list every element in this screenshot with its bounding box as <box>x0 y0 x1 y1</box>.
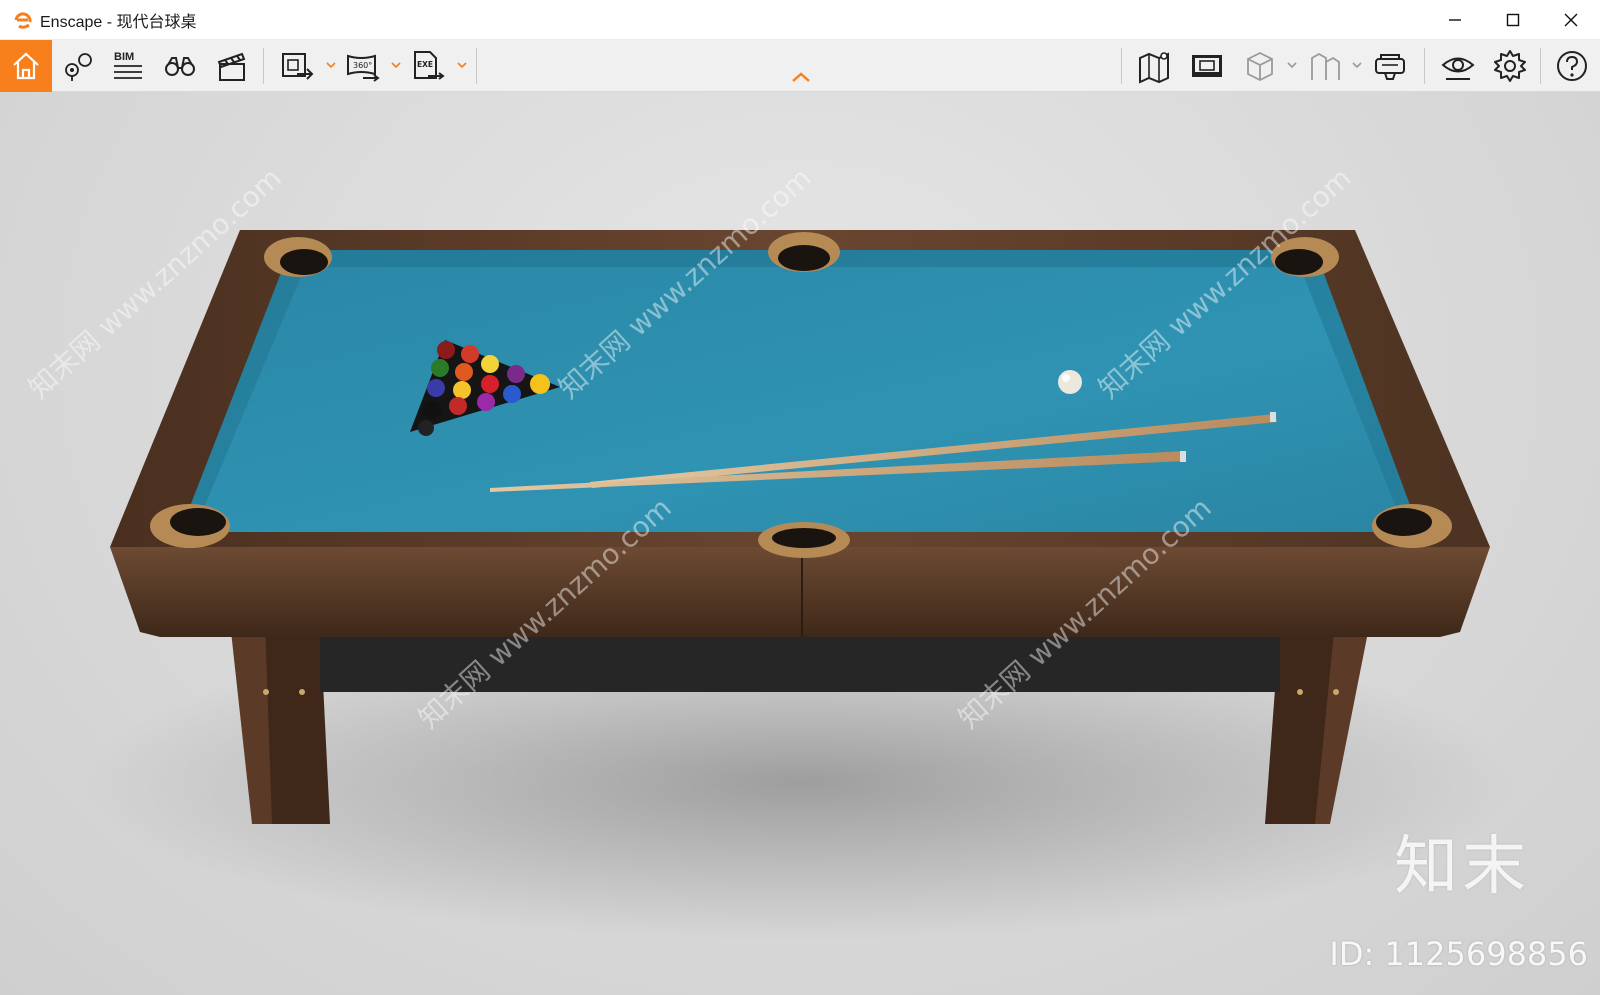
svg-text:360°: 360° <box>353 61 372 70</box>
building-button[interactable] <box>1305 46 1345 86</box>
toolbar-separator <box>476 48 477 84</box>
video-editor-button[interactable] <box>212 46 252 86</box>
settings-icon <box>1494 50 1526 82</box>
toolbar-separator <box>1424 48 1425 84</box>
home-button[interactable] <box>0 40 52 92</box>
chevron-up-icon <box>792 72 810 82</box>
clapper-icon <box>217 52 246 81</box>
chevron-down-icon <box>1287 62 1297 69</box>
chevron-down-icon <box>326 62 336 69</box>
binoculars-button[interactable] <box>160 46 200 86</box>
close-button[interactable] <box>1542 0 1600 40</box>
vr-button[interactable] <box>1370 46 1410 86</box>
visual-settings-button[interactable] <box>1438 46 1478 86</box>
chevron-down-icon <box>1352 62 1362 69</box>
exe-export-icon: EXE <box>414 51 445 80</box>
window-controls <box>1426 0 1600 40</box>
toolbar-separator <box>1540 48 1541 84</box>
svg-text:EXE: EXE <box>417 60 433 69</box>
enscape-logo <box>14 11 32 29</box>
home-icon <box>13 52 39 80</box>
watermark-id: ID: 1125698856 <box>1329 935 1588 973</box>
panorama-export-button[interactable]: 360° <box>343 46 383 86</box>
maximize-button[interactable] <box>1484 0 1542 40</box>
cube-dropdown[interactable] <box>1286 58 1298 72</box>
map-button[interactable] <box>1135 46 1175 86</box>
table-front <box>110 547 1490 637</box>
map-icon <box>1139 52 1169 84</box>
title-bar: Enscape - 现代台球桌 <box>0 0 1600 40</box>
exe-export-button[interactable]: EXE <box>408 46 448 86</box>
monitor-icon <box>1192 55 1222 77</box>
cue-ball <box>1058 370 1082 394</box>
monitor-button[interactable] <box>1187 46 1227 86</box>
window-title: Enscape - 现代台球桌 <box>40 13 197 31</box>
toolbar-separator <box>263 48 264 84</box>
minimize-icon <box>1449 19 1461 21</box>
svg-text:BIM: BIM <box>114 51 134 63</box>
views-icon <box>65 53 92 81</box>
binoculars-icon <box>165 57 195 76</box>
render-export-button[interactable] <box>277 46 317 86</box>
cube-icon <box>1247 51 1273 82</box>
bim-button[interactable]: BIM <box>108 46 148 86</box>
help-icon <box>1557 51 1587 81</box>
panorama-export-dropdown[interactable] <box>390 58 402 72</box>
main-toolbar: BIM 360° EXE <box>0 40 1600 92</box>
settings-button[interactable] <box>1490 46 1530 86</box>
building-icon <box>1311 52 1340 80</box>
exe-export-dropdown[interactable] <box>456 58 468 72</box>
render-viewport[interactable]: 知末网 www.znzmo.com 知末网 www.znzmo.com 知末网 … <box>0 92 1600 995</box>
render-export-icon <box>282 53 314 80</box>
chevron-down-icon <box>457 62 467 69</box>
building-dropdown[interactable] <box>1351 58 1363 72</box>
vr-headset-icon <box>1375 54 1405 80</box>
minimize-button[interactable] <box>1426 0 1484 40</box>
help-button[interactable] <box>1552 46 1592 86</box>
watermark-brand: 知末 <box>1394 830 1530 904</box>
panorama-export-icon: 360° <box>347 54 380 82</box>
collapse-toolbar-button[interactable] <box>790 68 812 86</box>
render-export-dropdown[interactable] <box>325 58 337 72</box>
bim-icon: BIM <box>114 51 142 79</box>
toolbar-separator <box>1121 48 1122 84</box>
chevron-down-icon <box>391 62 401 69</box>
close-icon <box>1564 13 1578 27</box>
maximize-icon <box>1506 13 1520 27</box>
eye-icon <box>1441 57 1475 80</box>
views-button[interactable] <box>58 46 98 86</box>
cube-button[interactable] <box>1240 46 1280 86</box>
